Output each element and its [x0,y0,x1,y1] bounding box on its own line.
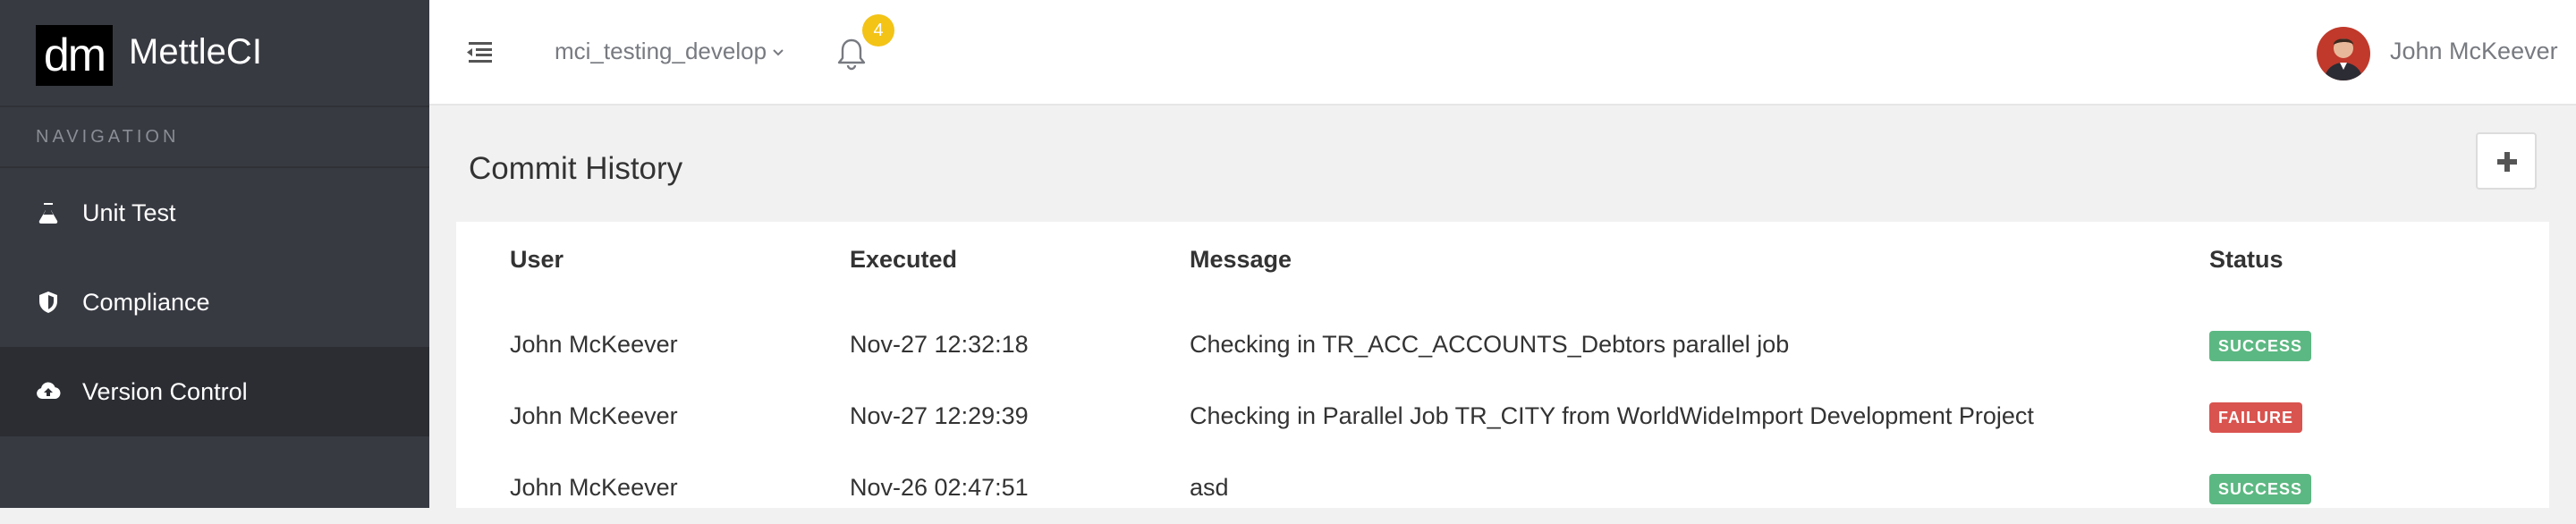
nav-heading: NAVIGATION [36,127,180,147]
user-name[interactable]: John McKeever [2390,36,2558,66]
sidebar-item-label: Unit Test [82,199,176,226]
logo: dm [36,25,113,86]
notification-count-badge: 4 [862,14,894,46]
shield-icon [39,292,57,313]
menu-toggle-icon[interactable] [465,39,494,64]
status-badge: FAILURE [2209,402,2303,433]
column-header-executed[interactable]: Executed [850,245,957,274]
sidebar-item-compliance[interactable]: Compliance [0,258,429,347]
sidebar-item-label: Compliance [82,289,210,316]
top-bar: mci_testing_develop 4 John McKeever [429,0,2576,106]
user-cell: John McKeever [510,402,678,429]
bell-icon[interactable] [835,36,868,72]
message-cell: asd [1190,474,1229,501]
brand[interactable]: dm MettleCI [0,0,429,106]
plus-icon [2497,152,2517,172]
column-header-message[interactable]: Message [1190,245,1292,274]
table-row[interactable]: John McKeever Nov-26 02:47:51 asd SUCCES… [456,452,2549,524]
column-header-user[interactable]: User [510,245,564,274]
message-cell: Checking in Parallel Job TR_CITY from Wo… [1190,402,2034,429]
user-cell: John McKeever [510,331,678,358]
avatar[interactable] [2317,27,2370,80]
executed-cell: Nov-27 12:32:18 [850,331,1029,358]
column-header-status[interactable]: Status [2209,245,2284,274]
project-select-value: mci_testing_develop [555,38,767,64]
flask-icon [38,203,58,224]
page-title: Commit History [469,151,683,186]
project-select[interactable]: mci_testing_develop [555,36,784,66]
table-row[interactable]: John McKeever Nov-27 12:29:39 Checking i… [456,381,2549,452]
brand-name: MettleCI [129,32,262,72]
add-button[interactable] [2476,132,2537,190]
sidebar: dm MettleCI NAVIGATION Unit Test Complia… [0,0,429,508]
chevron-down-icon [773,49,784,56]
cloud-upload-icon [37,382,61,399]
status-badge: SUCCESS [2209,331,2312,361]
sidebar-item-label: Version Control [82,378,248,405]
sidebar-item-version-control[interactable]: Version Control [0,347,429,436]
executed-cell: Nov-27 12:29:39 [850,402,1029,429]
sidebar-item-unit-test[interactable]: Unit Test [0,168,429,258]
message-cell: Checking in TR_ACC_ACCOUNTS_Debtors para… [1190,331,1790,358]
divider [0,106,429,107]
executed-cell: Nov-26 02:47:51 [850,474,1029,501]
status-badge: SUCCESS [2209,474,2312,504]
user-cell: John McKeever [510,474,678,501]
table-row[interactable]: John McKeever Nov-27 12:32:18 Checking i… [456,309,2549,381]
